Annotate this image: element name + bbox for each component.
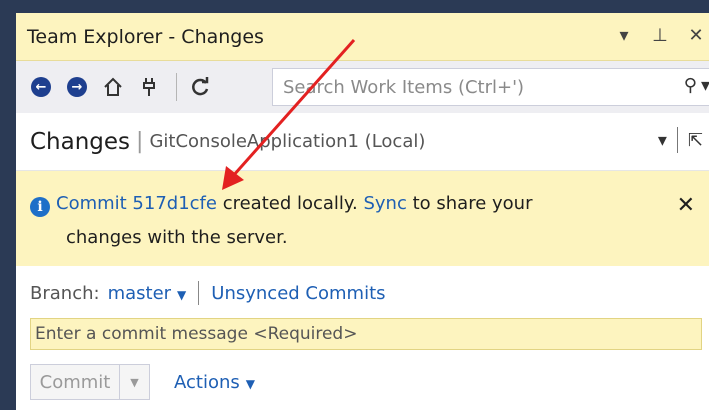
window-title: Team Explorer - Changes (27, 25, 264, 48)
header-divider (676, 127, 678, 153)
close-notification-icon[interactable]: ✕ (677, 189, 695, 223)
close-icon[interactable]: ✕ (687, 21, 705, 51)
chevron-down-icon: ▼ (177, 287, 187, 302)
pin-icon[interactable]: ⊥ (651, 21, 669, 51)
notification-text-2: to share your (406, 193, 533, 214)
search-dropdown-icon[interactable]: ▾ (701, 75, 709, 96)
page-dropdown-icon[interactable]: ▾ (658, 130, 667, 151)
branch-label: Branch: (30, 282, 100, 304)
branch-name: master (107, 282, 172, 304)
branch-separator (198, 281, 200, 305)
commit-row: Commit ▼ Actions ▼ (30, 362, 255, 402)
commit-message-input[interactable]: Enter a commit message <Required> (30, 318, 702, 350)
notification-text-3: changes with the server. (66, 227, 288, 248)
sync-link[interactable]: Sync (363, 193, 406, 214)
repository-name: GitConsoleApplication1 (Local) (149, 131, 426, 152)
title-bar: Team Explorer - Changes ▾ ⊥ ✕ (16, 13, 709, 61)
toolbar: ← → Search Work Items (Ctrl+') ⚲ ▾ (16, 61, 709, 113)
info-icon: i (30, 197, 50, 217)
connect-icon[interactable] (136, 74, 162, 100)
unsynced-commits-link[interactable]: Unsynced Commits (211, 283, 385, 304)
header-separator: | (136, 129, 144, 154)
commit-link[interactable]: Commit 517d1cfe (56, 193, 217, 214)
commit-button[interactable]: Commit ▼ (30, 364, 150, 400)
actions-chevron-icon: ▼ (245, 376, 255, 391)
dropdown-icon[interactable]: ▾ (615, 21, 633, 51)
undock-icon[interactable]: ⇱ (688, 130, 703, 151)
refresh-icon[interactable] (187, 74, 213, 100)
branch-selector[interactable]: master ▼ (108, 283, 187, 304)
window-left-edge (0, 0, 16, 410)
toolbar-separator (176, 73, 177, 101)
commit-dropdown-icon[interactable]: ▼ (119, 365, 149, 399)
commit-button-label: Commit (39, 371, 111, 393)
team-explorer-window: Team Explorer - Changes ▾ ⊥ ✕ ← → Search… (0, 0, 709, 410)
actions-label: Actions (174, 371, 240, 393)
window-top-edge (0, 0, 709, 13)
home-icon[interactable] (100, 74, 126, 100)
search-placeholder: Search Work Items (Ctrl+') (283, 76, 525, 98)
page-header: Changes | GitConsoleApplication1 (Local)… (16, 113, 709, 171)
forward-icon[interactable]: → (64, 74, 90, 100)
notification-bar: i Commit 517d1cfe created locally. Sync t… (16, 171, 709, 266)
search-icon[interactable]: ⚲ (684, 75, 697, 96)
notification-text-1: created locally. (216, 193, 364, 214)
search-work-items-input[interactable]: Search Work Items (Ctrl+') ⚲ ▾ (272, 68, 709, 106)
page-title: Changes (30, 128, 131, 155)
actions-menu[interactable]: Actions ▼ (174, 372, 255, 393)
commit-message-placeholder: Enter a commit message <Required> (35, 324, 358, 344)
back-icon[interactable]: ← (28, 74, 54, 100)
branch-row: Branch: master ▼ Unsynced Commits (16, 272, 709, 314)
